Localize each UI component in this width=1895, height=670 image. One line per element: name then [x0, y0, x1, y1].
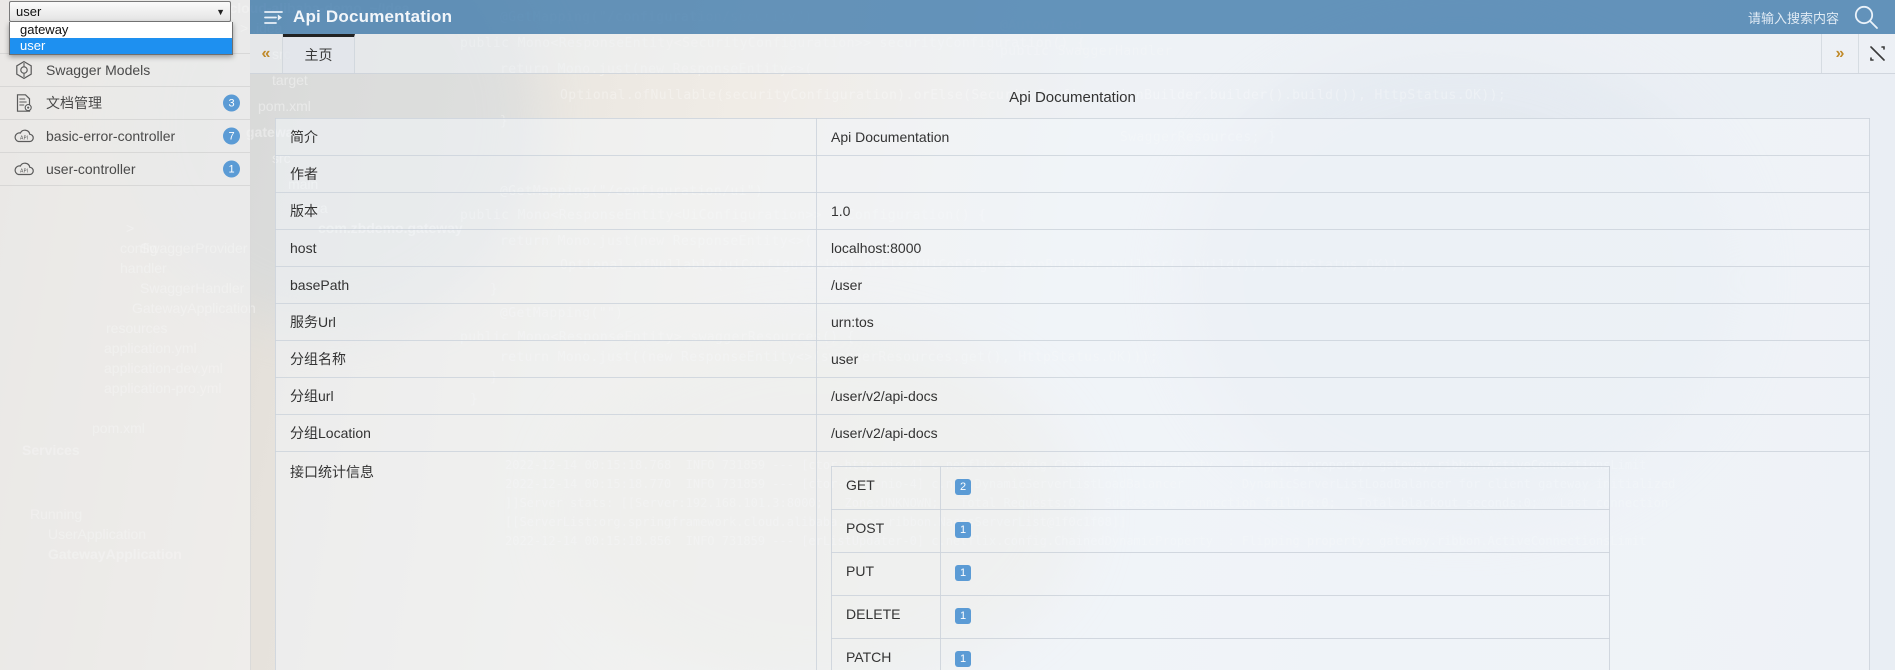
api-cloud-icon: API	[12, 158, 36, 180]
method-count-badge: 1	[955, 522, 971, 538]
sidebar-item-document-management[interactable]: 文档管理 3	[0, 87, 250, 120]
table-row: 分组Location /user/v2/api-docs	[275, 414, 1870, 452]
method-count-badge: 1	[955, 565, 971, 581]
row-key: 分组url	[275, 377, 817, 415]
method-stats-table: GET 2 POST 1 PUT 1 DELETE 1 PATCH 1	[831, 466, 1610, 670]
header-right-tools: 请输入搜索内容	[1748, 4, 1895, 30]
row-value: urn:tos	[816, 303, 1870, 341]
method-count-cell: 1	[940, 552, 1610, 596]
method-row: PUT 1	[831, 552, 1610, 596]
search-icon[interactable]	[1853, 4, 1879, 30]
service-select[interactable]: user ▼	[9, 1, 231, 22]
main-content: Api Documentation 简介 Api Documentation 作…	[250, 73, 1895, 670]
tab-bar-spacer	[355, 34, 1821, 73]
method-name: GET	[831, 466, 941, 510]
row-key: 版本	[275, 192, 817, 230]
method-count-badge: 2	[955, 479, 971, 495]
method-row: POST 1	[831, 509, 1610, 553]
method-name: DELETE	[831, 595, 941, 639]
method-stats-body: GET 2 POST 1 PUT 1 DELETE 1 PATCH 1	[831, 466, 1610, 670]
api-info-table: 简介 Api Documentation 作者 版本 1.0 host loca…	[275, 118, 1870, 670]
method-count-badge: 1	[955, 651, 971, 667]
method-name: PUT	[831, 552, 941, 596]
doc-title: Api Documentation	[1009, 89, 1136, 106]
method-count-badge: 1	[955, 608, 971, 624]
method-count-cell: 2	[940, 466, 1610, 510]
svg-text:API: API	[20, 168, 28, 174]
tab-home-label: 主页	[304, 47, 333, 63]
row-value: localhost:8000	[816, 229, 1870, 267]
method-name: POST	[831, 509, 941, 553]
row-key: basePath	[275, 266, 817, 304]
chevron-down-icon[interactable]: ▼	[216, 7, 225, 17]
app-header: Api Documentation 请输入搜索内容	[250, 0, 1895, 34]
row-value: user	[816, 340, 1870, 378]
row-value: 1.0	[816, 192, 1870, 230]
table-row-stats: 接口统计信息 GET 2 POST 1 PUT 1 DELETE 1 PATCH…	[275, 451, 1870, 670]
page-title: Api Documentation	[293, 7, 453, 26]
row-key: 接口统计信息	[275, 451, 817, 670]
api-cloud-icon: API	[12, 125, 36, 147]
row-value: /user/v2/api-docs	[816, 414, 1870, 452]
collapse-icon[interactable]	[1858, 34, 1895, 73]
method-name: PATCH	[831, 638, 941, 670]
sidebar-item-basic-error-controller[interactable]: API basic-error-controller 7	[0, 120, 250, 153]
method-row: PATCH 1	[831, 638, 1610, 670]
method-row: GET 2	[831, 466, 1610, 510]
service-select-wrapper: user ▼ gateway user	[9, 1, 233, 55]
method-row: DELETE 1	[831, 595, 1610, 639]
sidebar-item-basic-error-controller-label: basic-error-controller	[46, 128, 176, 144]
sidebar: 主页 Swagger Models 文档管理 3	[0, 0, 251, 670]
table-row: 分组url /user/v2/api-docs	[275, 377, 1870, 415]
row-value: /user/v2/api-docs	[816, 377, 1870, 415]
api-info-table-body: 简介 Api Documentation 作者 版本 1.0 host loca…	[275, 118, 1870, 670]
method-stats-cell: GET 2 POST 1 PUT 1 DELETE 1 PATCH 1	[816, 451, 1870, 670]
app-brand: Api Documentation	[264, 7, 452, 27]
sidebar-badge: 3	[223, 94, 240, 112]
sidebar-item-user-controller-label: user-controller	[46, 161, 136, 177]
row-key: host	[275, 229, 817, 267]
service-select-options: gateway user	[9, 22, 233, 55]
row-value: Api Documentation	[816, 118, 1870, 156]
method-count-cell: 1	[940, 509, 1610, 553]
method-count-cell: 1	[940, 595, 1610, 639]
row-key: 分组Location	[275, 414, 817, 452]
sidebar-item-document-management-label: 文档管理	[46, 95, 102, 111]
row-key: 分组名称	[275, 340, 817, 378]
chevron-double-left-icon[interactable]: «	[250, 34, 283, 73]
table-row: host localhost:8000	[275, 229, 1870, 267]
table-row: 服务Url urn:tos	[275, 303, 1870, 341]
table-row: 作者	[275, 155, 1870, 193]
table-row: 分组名称 user	[275, 340, 1870, 378]
table-row: 简介 Api Documentation	[275, 118, 1870, 156]
row-value	[816, 155, 1870, 193]
tab-bar: « 主页 »	[250, 34, 1895, 74]
row-key: 简介	[275, 118, 817, 156]
tab-home[interactable]: 主页	[283, 34, 355, 73]
sidebar-item-swagger-models[interactable]: Swagger Models	[0, 54, 250, 87]
service-select-value: user	[16, 4, 42, 19]
service-option-user[interactable]: user	[10, 38, 232, 54]
sidebar-item-swagger-models-label: Swagger Models	[46, 62, 151, 78]
search-input[interactable]: 请输入搜索内容	[1748, 8, 1839, 27]
svg-text:API: API	[20, 135, 28, 141]
document-settings-icon	[12, 92, 36, 114]
row-value: /user	[816, 266, 1870, 304]
menu-list-icon[interactable]	[264, 10, 283, 25]
table-row: basePath /user	[275, 266, 1870, 304]
method-count-cell: 1	[940, 638, 1610, 670]
service-option-gateway[interactable]: gateway	[10, 22, 232, 38]
row-key: 服务Url	[275, 303, 817, 341]
sidebar-badge: 7	[223, 127, 240, 145]
sidebar-item-user-controller[interactable]: API user-controller 1	[0, 153, 250, 186]
models-icon	[12, 59, 36, 81]
sidebar-badge: 1	[223, 160, 240, 178]
row-key: 作者	[275, 155, 817, 193]
chevron-double-right-icon[interactable]: »	[1821, 34, 1858, 73]
table-row: 版本 1.0	[275, 192, 1870, 230]
